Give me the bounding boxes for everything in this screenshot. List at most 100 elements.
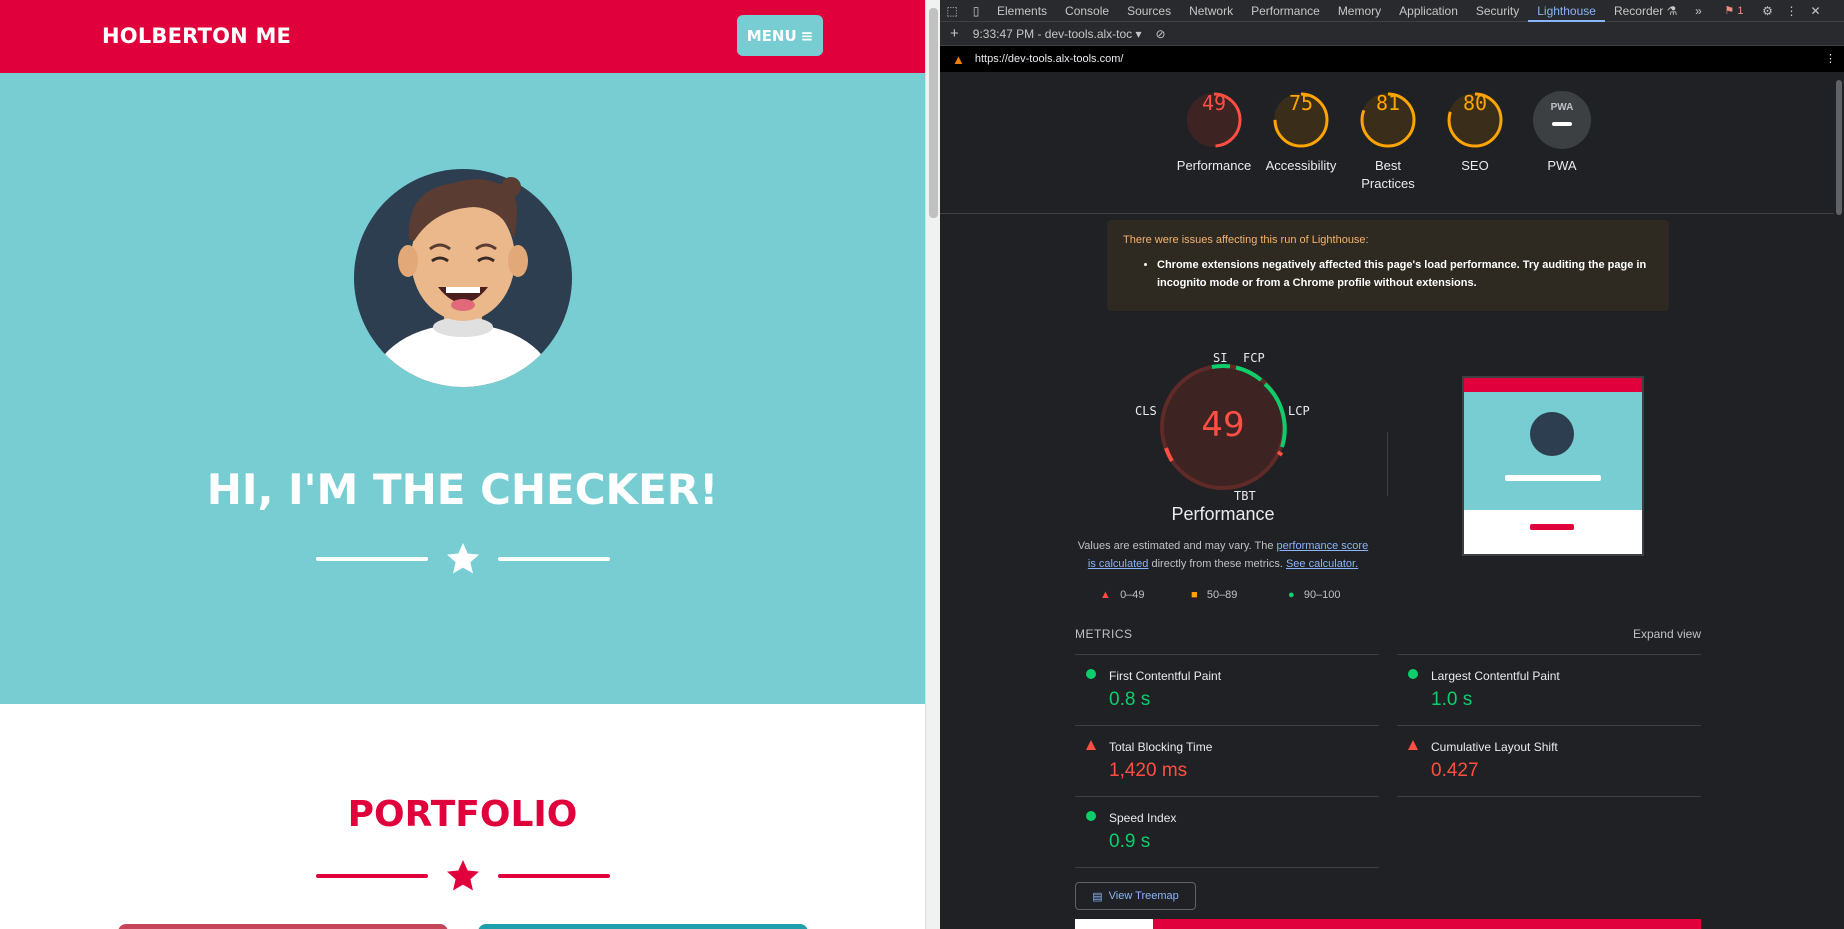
tab-memory[interactable]: Memory (1329, 0, 1390, 22)
issue-icon: ⚑ (1724, 5, 1735, 17)
legend-label: 0–49 (1120, 589, 1145, 601)
metric-lcp[interactable]: Largest Contentful Paint 1.0 s (1397, 654, 1701, 725)
scrollbar-thumb[interactable] (929, 8, 938, 218)
triangle-icon: ▲ (1100, 589, 1111, 601)
metric-value: 0.8 s (1109, 689, 1151, 710)
site-navbar: HOLBERTON ME MENU ≡ (0, 0, 925, 73)
legend-label: 90–100 (1303, 589, 1341, 601)
pass-circle-icon (1408, 669, 1418, 679)
tab-performance[interactable]: Performance (1242, 0, 1329, 22)
settings-gear-icon[interactable]: ⚙ (1755, 4, 1779, 18)
kebab-menu-icon[interactable]: ⋮ (1779, 4, 1803, 18)
tab-recorder-label: Recorder (1613, 3, 1664, 18)
devtools-panel: ⬚ ▯ Elements Console Sources Network Per… (940, 0, 1844, 929)
expand-view-toggle[interactable]: Expand view (1633, 627, 1701, 641)
device-toolbar-icon[interactable]: ▯ (964, 4, 988, 18)
menu-button[interactable]: MENU ≡ (737, 15, 823, 56)
metric-tbt[interactable]: Total Blocking Time 1,420 ms (1075, 725, 1379, 796)
pass-circle-icon (1086, 811, 1096, 821)
new-report-icon[interactable]: + (950, 25, 959, 42)
tab-lighthouse[interactable]: Lighthouse (1528, 0, 1605, 22)
chevron-down-icon: ▾ (1135, 26, 1142, 41)
page-scrollbar[interactable] (925, 0, 940, 929)
metric-label-fcp: FCP (1243, 351, 1265, 365)
avatar-illustration (354, 169, 572, 387)
pass-circle-icon (1086, 669, 1096, 679)
portfolio-card[interactable] (118, 924, 448, 929)
see-calculator-link[interactable]: See calculator. (1286, 558, 1358, 570)
performance-title: Performance (1171, 504, 1275, 524)
final-screenshot-thumbnail[interactable] (1462, 376, 1644, 556)
metrics-title: METRICS (1075, 627, 1133, 641)
tab-network[interactable]: Network (1180, 0, 1242, 22)
vertical-divider (1387, 432, 1388, 496)
tab-security[interactable]: Security (1467, 0, 1528, 22)
performance-description: Values are estimated and may vary. The p… (1074, 537, 1372, 573)
kebab-menu-icon[interactable]: ⋮ (1825, 52, 1836, 65)
hero-title: HI, I'M THE CHECKER! (206, 465, 719, 514)
more-tabs-icon[interactable]: » (1686, 4, 1710, 18)
devtools-scrollbar[interactable] (1834, 76, 1844, 929)
metric-label-si: SI (1213, 351, 1228, 365)
portfolio-title: PORTFOLIO (347, 794, 578, 835)
hero-section: HI, I'M THE CHECKER! (0, 73, 925, 704)
hero-star-divider (316, 543, 610, 574)
treemap-icon: ▤ (1092, 890, 1103, 903)
star-icon (447, 543, 479, 574)
metric-name: Cumulative Layout Shift (1431, 740, 1558, 754)
metrics-header: METRICS Expand view (1075, 627, 1701, 641)
legend-label: 50–89 (1206, 589, 1238, 601)
metric-si[interactable]: Speed Index 0.9 s (1075, 796, 1379, 867)
metric-name: Speed Index (1109, 811, 1177, 825)
tab-console[interactable]: Console (1056, 0, 1118, 22)
issues-badge[interactable]: ⚑ 1 (1724, 4, 1743, 17)
inspect-element-icon[interactable]: ⬚ (940, 4, 964, 18)
lighthouse-report: 49 Performance 75 Accessibility 81 Best … (940, 76, 1834, 929)
performance-score: 49 (1201, 405, 1245, 445)
fail-triangle-icon (1086, 740, 1096, 750)
view-treemap-button[interactable]: ▤ View Treemap (1075, 882, 1196, 910)
scrollbar-thumb[interactable] (1836, 80, 1842, 215)
hamburger-icon: ≡ (800, 26, 814, 45)
report-url[interactable]: https://dev-tools.alx-tools.com/ (975, 53, 1124, 65)
report-url-bar: ▲ https://dev-tools.alx-tools.com/ ⋮ (940, 46, 1844, 72)
metric-fcp[interactable]: First Contentful Paint 0.8 s (1075, 654, 1379, 725)
menu-button-label: MENU (746, 26, 797, 45)
metric-value: 1,420 ms (1109, 760, 1188, 781)
view-treemap-label: View Treemap (1108, 890, 1179, 902)
thumbnail-hero-bar (1464, 468, 1642, 481)
square-icon: ■ (1191, 589, 1198, 601)
tab-application[interactable]: Application (1390, 0, 1467, 22)
portfolio-card[interactable] (478, 924, 808, 929)
performance-section: 49 SI FCP LCP TBT CLS Performance Values… (940, 76, 1834, 929)
description-prefix: Values are estimated and may vary. The (1077, 540, 1277, 552)
website-preview: HOLBERTON ME MENU ≡ HI, I'M THE CHECKER! (0, 0, 925, 929)
metric-name: First Contentful Paint (1109, 669, 1222, 683)
star-icon (447, 860, 479, 891)
lighthouse-logo-icon: ▲ (952, 51, 965, 67)
brand-logo[interactable]: HOLBERTON ME (102, 24, 291, 48)
description-middle: directly from these metrics. (1148, 558, 1286, 570)
metric-value: 0.427 (1431, 760, 1479, 781)
lighthouse-toolbar: + 9:33:47 PM - dev-tools.alx-toc ▾ ⊘ (940, 22, 1844, 46)
metric-value: 1.0 s (1431, 689, 1473, 710)
metric-name: Total Blocking Time (1109, 740, 1213, 754)
tab-elements[interactable]: Elements (988, 0, 1056, 22)
metric-label-tbt: TBT (1234, 489, 1256, 503)
circle-icon: ● (1288, 589, 1295, 601)
flask-icon: ⚗ (1666, 3, 1678, 18)
portfolio-star-divider (316, 860, 610, 891)
metric-divider (1075, 867, 1379, 868)
tab-sources[interactable]: Sources (1118, 0, 1180, 22)
clear-icon[interactable]: ⊘ (1156, 27, 1166, 41)
metric-label-lcp: LCP (1288, 404, 1310, 418)
metric-label-cls: CLS (1135, 404, 1157, 418)
close-icon[interactable]: ✕ (1803, 4, 1827, 18)
metric-divider (1397, 796, 1701, 797)
metric-cls[interactable]: Cumulative Layout Shift 0.427 (1397, 725, 1701, 796)
tab-recorder[interactable]: Recorder ⚗ (1605, 0, 1686, 22)
metric-value: 0.9 s (1109, 831, 1151, 852)
report-time: 9:33:47 PM - dev-tools.alx-toc (972, 26, 1133, 41)
report-selector[interactable]: 9:33:47 PM - dev-tools.alx-toc ▾ (973, 27, 1142, 41)
legend-pass: ● 90–100 (1288, 589, 1341, 601)
